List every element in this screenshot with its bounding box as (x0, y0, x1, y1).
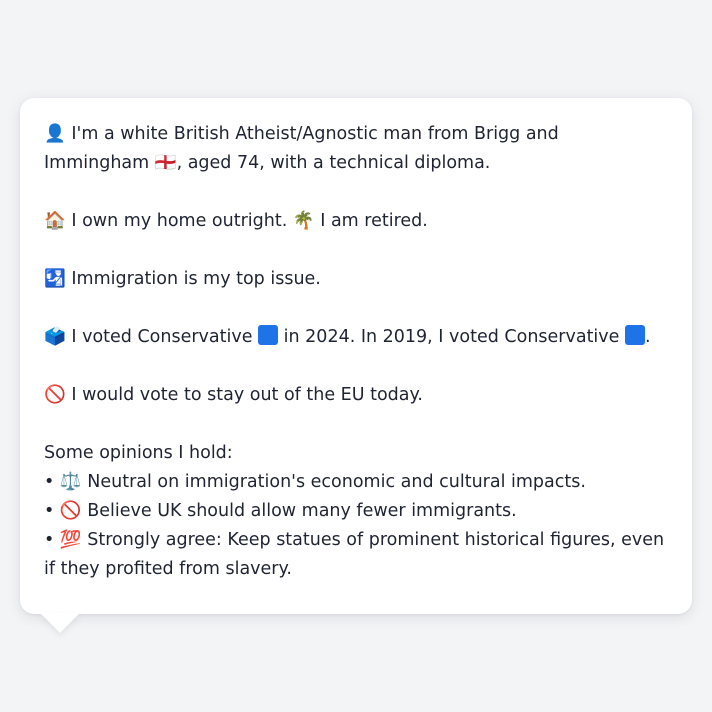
vote-text-2019: in 2024. In 2019, I voted Conservative (283, 327, 620, 347)
retired-text: I am retired. (320, 211, 428, 231)
blue-square-icon (258, 325, 279, 345)
person-icon: 👤 (44, 124, 66, 144)
issue-line: 🛂 Immigration is my top issue. (44, 265, 668, 294)
house-icon: 🏠 (44, 211, 66, 231)
intro-text-after: , aged 74, with a technical diploma. (176, 153, 491, 173)
housing-line: 🏠 I own my home outright. 🌴 I am retired… (44, 207, 668, 236)
prohibited-icon: 🚫 (44, 385, 66, 405)
eu-text: I would vote to stay out of the EU today… (71, 385, 423, 405)
opinion-text: Believe UK should allow many fewer immig… (87, 501, 517, 521)
bubble-tail (40, 613, 80, 633)
palm-tree-icon: 🌴 (292, 211, 315, 231)
opinions-list: • ⚖️ Neutral on immigration's economic a… (44, 468, 668, 584)
opinions-heading: Some opinions I hold: (44, 443, 233, 463)
bullet: • (44, 501, 55, 521)
prohibited-icon: 🚫 (59, 501, 82, 521)
eu-line: 🚫 I would vote to stay out of the EU tod… (44, 381, 668, 410)
scales-icon: ⚖️ (59, 472, 82, 492)
opinion-item: • ⚖️ Neutral on immigration's economic a… (44, 468, 668, 497)
vote-line: 🗳️ I voted Conservative in 2024. In 2019… (44, 323, 668, 352)
england-flag-icon: 🏴󠁧󠁢󠁥󠁮󠁧󠁿 (154, 153, 177, 173)
ballot-box-icon: 🗳️ (44, 327, 66, 347)
opinion-text: Strongly agree: Keep statues of prominen… (44, 530, 665, 579)
passport-control-icon: 🛂 (44, 269, 66, 289)
opinion-item: • 💯 Strongly agree: Keep statues of prom… (44, 526, 668, 584)
home-text: I own my home outright. (71, 211, 288, 231)
intro-line: 👤 I'm a white British Atheist/Agnostic m… (44, 120, 668, 178)
hundred-points-icon: 💯 (59, 530, 82, 550)
vote-text-end: . (645, 327, 651, 347)
opinion-text: Neutral on immigration's economic and cu… (87, 472, 586, 492)
blue-square-icon (625, 325, 645, 345)
profile-message-bubble: 👤 I'm a white British Atheist/Agnostic m… (20, 98, 692, 614)
issue-text: Immigration is my top issue. (71, 269, 321, 289)
bullet: • (44, 530, 55, 550)
vote-text-2024: I voted Conservative (71, 327, 253, 347)
bullet: • (44, 472, 55, 492)
opinion-item: • 🚫 Believe UK should allow many fewer i… (44, 497, 668, 526)
